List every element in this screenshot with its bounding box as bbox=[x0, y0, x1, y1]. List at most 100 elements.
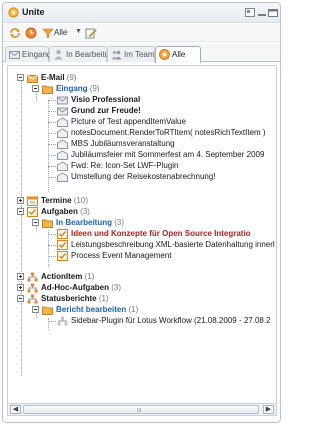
collapse-icon[interactable] bbox=[17, 74, 24, 81]
view-menu-icon[interactable] bbox=[245, 8, 255, 17]
person-icon bbox=[54, 50, 63, 60]
toolbar: Alle ▼ bbox=[3, 24, 280, 42]
tree-item-task[interactable]: Ideen und Konzepte für Open Source Integ… bbox=[8, 229, 276, 240]
folder-open-icon bbox=[42, 219, 53, 228]
node-count: (1) bbox=[98, 294, 109, 303]
tree-node-bericht-bearbeiten[interactable]: Bericht bearbeiten (1) bbox=[8, 305, 276, 316]
clock-icon[interactable] bbox=[25, 27, 37, 39]
node-label: Aufgaben bbox=[41, 207, 78, 216]
tree-node-termine[interactable]: Termine (10) bbox=[8, 196, 276, 207]
envelope-icon bbox=[57, 96, 68, 105]
node-count: (9) bbox=[66, 73, 77, 82]
node-label: In Bearbeitung bbox=[56, 218, 113, 227]
tree-node-statusberichte[interactable]: Statusberichte (1) bbox=[8, 294, 276, 305]
tree-item-report[interactable]: Sidebar-Plugin für Lotus Workflow (21.08… bbox=[8, 316, 276, 327]
task-title: Leistungsbeschreibung XML-basierte Daten… bbox=[71, 240, 275, 249]
tree-item-task[interactable]: Leistungsbeschreibung XML-basierte Daten… bbox=[8, 240, 276, 251]
mail-subject: Fwd: Re: Icon-Set LWF-Plugin bbox=[71, 161, 179, 170]
node-label: Ad-Hoc-Aufgaben bbox=[41, 283, 109, 292]
workflow-icon bbox=[27, 294, 38, 304]
mail-subject: Visio Professional bbox=[71, 95, 141, 104]
tab-in-bearbeitung[interactable]: In Bearbeitung bbox=[49, 46, 118, 62]
chevron-down-icon[interactable]: ▼ bbox=[75, 28, 82, 35]
tab-eingang[interactable]: Eingang bbox=[5, 46, 52, 62]
mail-subject: Umstellung der Reisekostenabrechnung! bbox=[71, 172, 216, 181]
tree-item-task[interactable]: Process Event Management bbox=[8, 251, 276, 262]
envelope-open-icon bbox=[57, 139, 68, 149]
workflow-icon bbox=[57, 316, 68, 326]
node-count: (1) bbox=[128, 305, 139, 314]
node-label: Eingang bbox=[56, 84, 88, 93]
team-icon bbox=[111, 50, 122, 60]
tree-item-mail[interactable]: Visio Professional bbox=[8, 95, 276, 106]
scrollbar-thumb[interactable]: III bbox=[23, 405, 259, 414]
mail-subject: Jubiläumsfeier mit Sommerfest am 4. Sept… bbox=[71, 150, 265, 159]
collapse-icon[interactable] bbox=[32, 85, 39, 92]
edit-icon[interactable] bbox=[85, 27, 97, 39]
tab-label: Eingang bbox=[22, 50, 52, 59]
filter-label[interactable]: Alle bbox=[54, 28, 67, 37]
all-icon bbox=[159, 49, 170, 60]
unite-logo-icon bbox=[8, 7, 19, 18]
tree-item-mail[interactable]: Jubiläumsfeier mit Sommerfest am 4. Sept… bbox=[8, 150, 276, 161]
node-count: (9) bbox=[89, 84, 100, 93]
collapse-icon[interactable] bbox=[17, 295, 24, 302]
filter-icon[interactable] bbox=[42, 27, 54, 39]
scroll-left-button[interactable]: ◀ bbox=[10, 405, 21, 414]
maximize-icon[interactable] bbox=[268, 8, 278, 17]
envelope-open-icon bbox=[57, 128, 68, 138]
envelope-open-icon bbox=[57, 150, 68, 160]
node-label: E-Mail bbox=[41, 73, 65, 82]
tab-im-team[interactable]: Im Team bbox=[107, 46, 155, 62]
node-label: Statusberichte bbox=[41, 294, 97, 303]
task-title: Process Event Management bbox=[71, 251, 172, 260]
scroll-right-button[interactable]: ▶ bbox=[263, 405, 274, 414]
tree-item-mail[interactable]: Fwd: Re: Icon-Set LWF-Plugin bbox=[8, 161, 276, 172]
tree-node-in-bearbeitung[interactable]: In Bearbeitung (3) bbox=[8, 218, 276, 229]
envelope-open-icon bbox=[57, 117, 68, 127]
tree-node-adhoc[interactable]: Ad-Hoc-Aufgaben (3) bbox=[8, 283, 276, 294]
minimize-icon[interactable] bbox=[257, 8, 267, 17]
node-label: Bericht bearbeiten bbox=[56, 305, 127, 314]
tree-node-aufgaben[interactable]: Aufgaben (3) bbox=[8, 207, 276, 218]
expand-icon[interactable] bbox=[17, 197, 24, 204]
envelope-icon bbox=[9, 51, 20, 59]
tree-item-mail[interactable]: MBS Jubiläumsveranstaltung bbox=[8, 139, 276, 150]
tree-view: E-Mail (9) Eingang (9) Visio Professiona… bbox=[7, 65, 277, 404]
tree-node-action-item[interactable]: ActionItem (1) bbox=[8, 272, 276, 283]
tab-bar: Eingang In Bearbeitung Im Team Alle bbox=[3, 44, 280, 63]
task-title: Ideen und Konzepte für Open Source Integ… bbox=[71, 229, 251, 238]
workflow-icon bbox=[27, 272, 38, 282]
expand-icon[interactable] bbox=[17, 284, 24, 291]
task-icon bbox=[57, 251, 68, 261]
node-label: Termine bbox=[41, 196, 72, 205]
collapse-icon[interactable] bbox=[32, 306, 39, 313]
mail-subject: notesDocument.RenderToRTItem( notesRichT… bbox=[71, 128, 266, 137]
title-bar: Unite bbox=[3, 3, 280, 23]
refresh-icon[interactable] bbox=[9, 27, 21, 39]
task-icon bbox=[27, 207, 38, 217]
horizontal-scrollbar[interactable]: ◀ III ▶ bbox=[7, 404, 277, 416]
tree-item-mail[interactable]: Picture of Test appendItemValue bbox=[8, 117, 276, 128]
expand-icon[interactable] bbox=[17, 273, 24, 280]
node-count: (3) bbox=[80, 207, 90, 216]
tab-alle[interactable]: Alle bbox=[155, 46, 201, 63]
collapse-icon[interactable] bbox=[32, 219, 39, 226]
workflow-icon bbox=[27, 283, 38, 293]
mail-subject: Grund zur Freude! bbox=[71, 106, 141, 115]
envelope-icon bbox=[57, 107, 68, 116]
node-count: (3) bbox=[114, 218, 125, 227]
tab-label: Alle bbox=[172, 50, 186, 59]
tree-item-mail[interactable]: notesDocument.RenderToRTItem( notesRichT… bbox=[8, 128, 276, 139]
window-title: Unite bbox=[22, 7, 45, 17]
task-icon bbox=[57, 229, 68, 239]
mail-subject: Picture of Test appendItemValue bbox=[71, 117, 186, 126]
tree-node-email[interactable]: E-Mail (9) bbox=[8, 73, 276, 84]
collapse-icon[interactable] bbox=[17, 208, 24, 215]
tree-item-mail[interactable]: Grund zur Freude! bbox=[8, 106, 276, 117]
tree-item-mail[interactable]: Umstellung der Reisekostenabrechnung! bbox=[8, 172, 276, 183]
unite-panel: Unite Alle ▼ Eingang In Bearbeitung Im T… bbox=[2, 2, 281, 423]
envelope-open-icon bbox=[57, 161, 68, 171]
scrollbar-grip: III bbox=[137, 408, 142, 414]
tree-node-eingang[interactable]: Eingang (9) bbox=[8, 84, 276, 95]
